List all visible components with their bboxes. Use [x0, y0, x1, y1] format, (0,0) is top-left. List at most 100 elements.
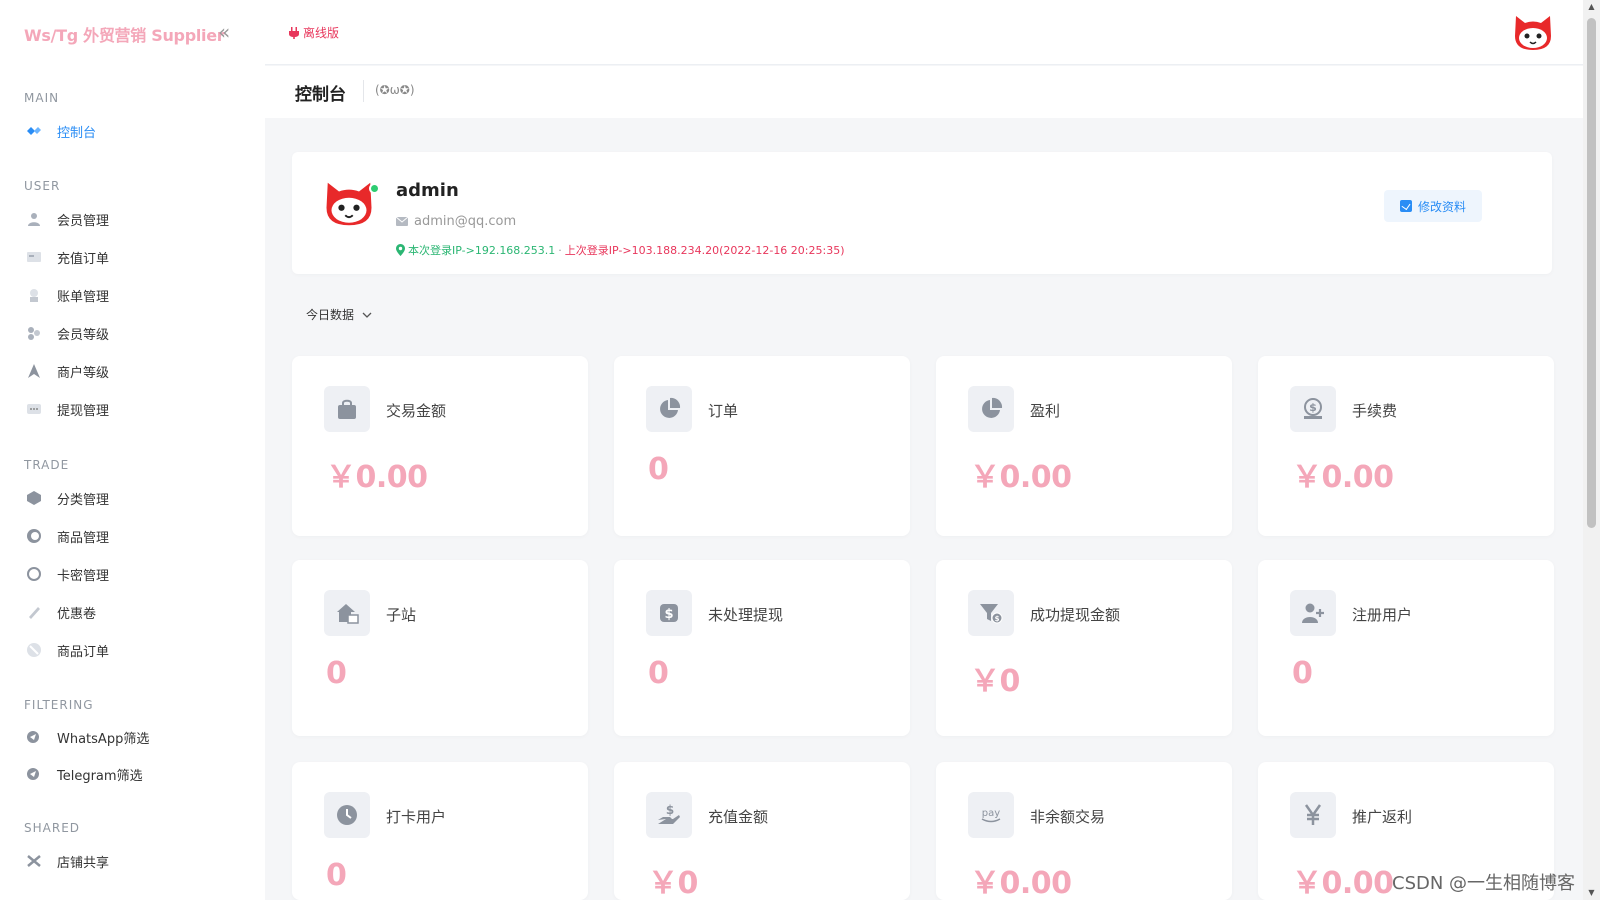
edit-icon [1399, 200, 1412, 212]
page-header: 控制台 (✪ω✪) [265, 66, 1583, 118]
chevron-down-icon [362, 312, 372, 318]
watermark: CSDN @一生相随博客 [1392, 873, 1576, 894]
sidebar-item-label: 优惠卷 [57, 606, 97, 622]
sidebar-item-label: 商品管理 [57, 530, 110, 546]
stat-card-successful-withdrawals: $ 成功提现金额 ￥0 [936, 560, 1232, 736]
title-emote: (✪ω✪) [375, 83, 415, 97]
stat-value: ￥0 [648, 866, 698, 900]
stat-value: 0 [648, 656, 669, 691]
collapse-sidebar-icon[interactable]: « [218, 20, 230, 44]
plug-icon [289, 26, 299, 39]
svg-text:$: $ [664, 607, 673, 622]
withdraw-icon [24, 399, 44, 419]
pie-chart-icon [646, 386, 692, 432]
user-plus-icon [1290, 590, 1336, 636]
funnel-dollar-icon: $ [968, 590, 1014, 636]
scroll-thumb[interactable] [1587, 18, 1596, 528]
sidebar-item-label: 控制台 [57, 125, 97, 141]
svg-text:$: $ [1309, 401, 1317, 414]
sidebar-item-withdrawals[interactable]: 提现管理 [24, 397, 244, 421]
stat-card-recharge-amount: $ 充值金额 ￥0 [614, 762, 910, 900]
hand-dollar-icon: $ [646, 792, 692, 838]
offline-badge[interactable]: 离线版 [289, 24, 339, 41]
sidebar-item-goods[interactable]: 商品管理 [24, 524, 244, 548]
period-dropdown[interactable]: 今日数据 [306, 306, 372, 323]
stat-label: 未处理提现 [708, 606, 784, 624]
sidebar-item-merchant-levels[interactable]: 商户等级 [24, 359, 244, 383]
profile-card: admin admin@qq.com 本次登录IP->192.168.253.1… [292, 152, 1552, 274]
stat-value: ￥0 [970, 664, 1020, 699]
header-avatar-icon[interactable] [1513, 14, 1553, 52]
sidebar-item-label: 充值订单 [57, 251, 110, 267]
bill-icon [24, 285, 44, 305]
stat-label: 订单 [708, 402, 739, 420]
location-pin-icon [396, 244, 405, 256]
page-scrollbar[interactable]: ▲ ▼ [1583, 0, 1600, 900]
sidebar-item-label: WhatsApp筛选 [57, 731, 150, 747]
page-title: 控制台 [295, 85, 346, 105]
user-icon [24, 209, 44, 229]
profile-avatar-icon [326, 182, 372, 226]
coupon-icon [24, 602, 44, 622]
sidebar-item-label: 商品订单 [57, 644, 110, 660]
nav-section-user: USER [24, 179, 61, 193]
sidebar-item-whatsapp-filter[interactable]: WhatsApp筛选 [24, 725, 244, 749]
shopping-bag-icon [324, 386, 370, 432]
stat-label: 盈利 [1030, 402, 1061, 420]
mail-icon [396, 217, 408, 226]
recharge-order-icon [24, 247, 44, 267]
stat-label: 非余额交易 [1030, 808, 1106, 826]
sidebar-item-member-levels[interactable]: 会员等级 [24, 321, 244, 345]
sidebar-item-categories[interactable]: 分类管理 [24, 486, 244, 510]
sidebar-item-bills[interactable]: 账单管理 [24, 283, 244, 307]
stat-label: 子站 [386, 606, 417, 624]
offline-label: 离线版 [303, 26, 340, 40]
sidebar-item-recharge-orders[interactable]: 充值订单 [24, 245, 244, 269]
sidebar-item-label: Telegram筛选 [57, 768, 143, 784]
period-selected: 今日数据 [306, 308, 355, 322]
stat-card-non-balance-trade: pay 非余额交易 ￥0.00 [936, 762, 1232, 900]
goods-icon [24, 526, 44, 546]
online-status-dot [369, 183, 380, 194]
profile-email: admin@qq.com [414, 214, 517, 229]
stat-card-orders: 订单 0 [614, 356, 910, 536]
pay-icon: pay [968, 792, 1014, 838]
sidebar-item-label: 商户等级 [57, 365, 110, 381]
sidebar-item-label: 账单管理 [57, 289, 110, 305]
card-key-icon [24, 564, 44, 584]
brand-logo[interactable]: Ws/Tg 外贸营销 Supplier [24, 22, 225, 46]
scroll-up-icon[interactable]: ▲ [1586, 2, 1597, 11]
stat-card-profit: 盈利 ￥0.00 [936, 356, 1232, 536]
profile-username: admin [396, 180, 459, 201]
stat-value: ￥0.00 [970, 460, 1072, 495]
sidebar-item-goods-orders[interactable]: 商品订单 [24, 638, 244, 662]
nav-section-trade: TRADE [24, 458, 70, 472]
stat-value: ￥0.00 [1292, 866, 1394, 900]
stat-label: 充值金额 [708, 808, 769, 826]
telegram-icon [24, 764, 44, 784]
stat-value: 0 [326, 656, 347, 691]
nav-section-main: MAIN [24, 91, 60, 105]
login-ip-row: 本次登录IP->192.168.253.1 · 上次登录IP->103.188.… [396, 242, 845, 258]
sidebar-item-members[interactable]: 会员管理 [24, 207, 244, 231]
sidebar-item-card-keys[interactable]: 卡密管理 [24, 562, 244, 586]
money-bag-icon: $ [1290, 386, 1336, 432]
sidebar-item-label: 会员等级 [57, 327, 110, 343]
stat-card-fees: $ 手续费 ￥0.00 [1258, 356, 1554, 536]
scroll-down-icon[interactable]: ▼ [1586, 888, 1597, 897]
sidebar-item-label: 提现管理 [57, 403, 110, 419]
title-divider [363, 80, 364, 102]
svg-text:pay: pay [982, 808, 1000, 819]
sidebar-item-coupons[interactable]: 优惠卷 [24, 600, 244, 624]
stat-card-checkin-users: 打卡用户 0 [292, 762, 588, 900]
sidebar-item-shop-share[interactable]: 店铺共享 [24, 849, 244, 873]
stat-label: 手续费 [1352, 402, 1398, 420]
stat-value: ￥0.00 [326, 460, 428, 495]
sidebar-item-dashboard[interactable]: 控制台 [24, 119, 244, 143]
house-icon [324, 590, 370, 636]
yen-icon [1290, 792, 1336, 838]
share-icon [24, 851, 44, 871]
sidebar-item-telegram-filter[interactable]: Telegram筛选 [24, 762, 244, 786]
merchant-level-icon [24, 361, 44, 381]
edit-profile-button[interactable]: 修改资料 [1383, 190, 1482, 222]
